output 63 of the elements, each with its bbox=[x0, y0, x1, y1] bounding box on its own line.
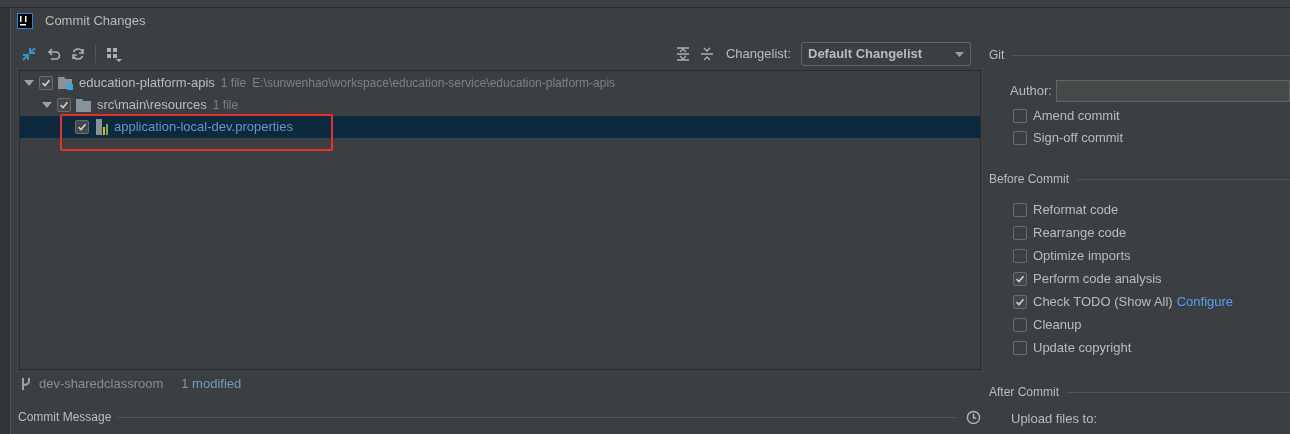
checkbox[interactable] bbox=[1013, 249, 1027, 263]
tree-row[interactable]: src\main\resources 1 file bbox=[20, 94, 980, 116]
section-title: After Commit bbox=[989, 384, 1059, 401]
checkbox[interactable] bbox=[1013, 109, 1027, 123]
section-title: Before Commit bbox=[989, 171, 1070, 188]
checkbox[interactable] bbox=[75, 120, 89, 134]
check-icon bbox=[1015, 274, 1025, 284]
tree-row[interactable]: application-local-dev.properties bbox=[20, 116, 980, 138]
file-count: 1 file bbox=[212, 97, 239, 114]
file-path: E:\sunwenhao\workspace\education-service\education-platform-apis bbox=[252, 75, 616, 92]
upload-label: Upload files to: bbox=[1011, 410, 1098, 428]
tree-item-name: education-platform-apis bbox=[79, 74, 215, 93]
checkbox[interactable] bbox=[1013, 272, 1027, 286]
option-label[interactable]: Reformat code bbox=[1033, 200, 1119, 220]
checkbox[interactable] bbox=[1013, 131, 1027, 145]
expand-arrow-icon[interactable] bbox=[42, 100, 52, 110]
properties-file-icon bbox=[94, 119, 109, 135]
group-icon[interactable] bbox=[106, 46, 122, 62]
configure-link[interactable]: Configure bbox=[1176, 292, 1234, 312]
author-field[interactable] bbox=[1055, 80, 1290, 102]
option-label[interactable]: Check TODO (Show All) bbox=[1033, 292, 1173, 312]
option-label[interactable]: Update copyright bbox=[1033, 338, 1132, 358]
app-logo-icon bbox=[17, 13, 33, 29]
option-label[interactable]: Optimize imports bbox=[1033, 246, 1131, 266]
checkbox[interactable] bbox=[39, 76, 53, 90]
checkbox[interactable] bbox=[1013, 318, 1027, 332]
check-icon bbox=[1015, 297, 1025, 307]
option-label[interactable]: Amend commit bbox=[1033, 106, 1120, 126]
section-title: Git bbox=[989, 47, 1005, 64]
tree-item-name: src\main\resources bbox=[97, 96, 207, 115]
check-icon bbox=[59, 100, 69, 110]
expand-all-icon[interactable] bbox=[675, 47, 690, 61]
collapse-all-icon[interactable] bbox=[699, 47, 714, 61]
folder-icon bbox=[76, 98, 92, 112]
checkbox[interactable] bbox=[57, 98, 71, 112]
modified-count[interactable]: 1 modified bbox=[181, 374, 242, 394]
check-icon bbox=[77, 122, 87, 132]
checkbox[interactable] bbox=[1013, 295, 1027, 309]
history-clock-icon[interactable] bbox=[966, 409, 981, 425]
author-label: Author: bbox=[1010, 82, 1052, 101]
checkbox[interactable] bbox=[1013, 341, 1027, 355]
undo-icon[interactable] bbox=[47, 47, 61, 61]
refresh-icon[interactable] bbox=[71, 47, 85, 61]
checkbox[interactable] bbox=[1013, 203, 1027, 217]
dropdown-arrow-icon bbox=[955, 51, 964, 57]
module-folder-icon bbox=[58, 76, 74, 90]
tree-item-name: application-local-dev.properties bbox=[114, 118, 293, 137]
branch-icon bbox=[21, 377, 31, 391]
option-label[interactable]: Rearrange code bbox=[1033, 223, 1127, 243]
option-label[interactable]: Cleanup bbox=[1033, 315, 1082, 335]
arrows-icon[interactable] bbox=[21, 46, 37, 62]
changelist-dropdown[interactable]: Default Changelist bbox=[801, 42, 971, 66]
check-icon bbox=[41, 78, 51, 88]
option-label[interactable]: Perform code analysis bbox=[1033, 269, 1162, 289]
section-title: Commit Message bbox=[18, 409, 112, 426]
tree-row[interactable]: education-platform-apis 1 file E:\sunwenhao\workspace\education-service\education-platform-apis bbox=[20, 72, 980, 94]
window-title: Commit Changes bbox=[45, 12, 146, 31]
expand-arrow-icon[interactable] bbox=[24, 78, 34, 88]
file-count: 1 file bbox=[220, 75, 247, 92]
changelist-label: Changelist: bbox=[725, 45, 791, 64]
branch-name: dev-sharedclassroom bbox=[39, 375, 164, 394]
option-label[interactable]: Sign-off commit bbox=[1033, 128, 1124, 148]
checkbox[interactable] bbox=[1013, 226, 1027, 240]
